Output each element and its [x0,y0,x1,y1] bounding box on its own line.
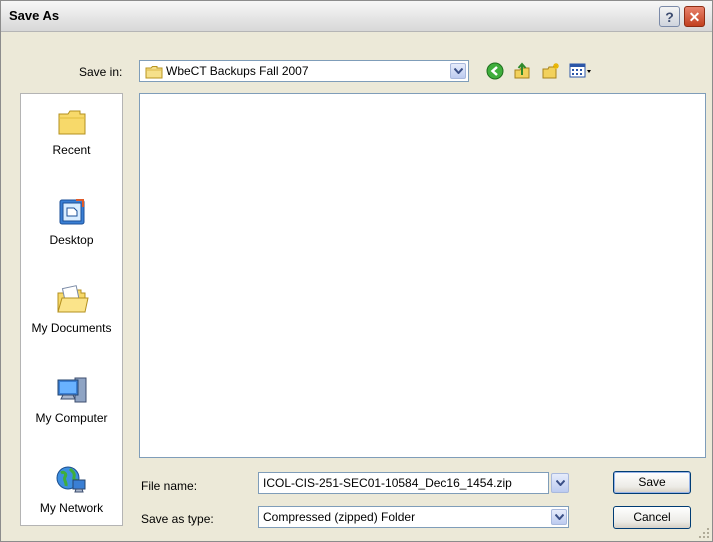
desktop-icon [59,199,84,225]
save-as-type-dropdown[interactable]: Compressed (zipped) Folder [258,506,569,528]
file-name-label: File name: [141,479,198,493]
save-as-dialog: Save As ? ✕ Save in: WbeCT Backups Fall … [0,0,713,542]
place-my-computer-label: My Computer [35,411,108,425]
save-in-dropdown-arrow[interactable] [450,63,466,79]
views-menu-icon[interactable] [569,62,593,80]
place-my-network[interactable]: My Network [21,464,122,515]
place-desktop-label: Desktop [49,233,94,247]
place-my-computer[interactable]: My Computer [21,374,122,425]
save-as-type-label: Save as type: [141,512,214,526]
up-folder-icon[interactable] [513,62,531,80]
title-bar[interactable]: Save As ? ✕ [1,1,712,32]
chevron-down-icon [555,514,564,520]
places-bar: Recent Desktop My Documents My Computer … [20,93,123,526]
place-my-network-label: My Network [39,501,104,515]
recent-folder-icon [58,110,85,135]
my-computer-icon [57,377,86,403]
my-network-icon [56,466,85,493]
help-button[interactable]: ? [659,6,680,27]
cancel-button[interactable]: Cancel [613,506,691,529]
resize-grip-icon[interactable] [698,527,710,539]
file-list[interactable] [139,93,706,458]
file-name-dropdown-arrow[interactable] [551,473,569,493]
save-in-dropdown[interactable]: WbeCT Backups Fall 2007 [139,60,469,82]
folder-icon [145,66,163,79]
chevron-down-icon [454,68,463,74]
chevron-down-icon [556,480,565,486]
place-my-documents[interactable]: My Documents [21,284,122,335]
window-title: Save As [9,8,60,23]
my-documents-icon [56,285,89,313]
file-name-input[interactable]: ICOL-CIS-251-SEC01-10584_Dec16_1454.zip [258,472,549,494]
new-folder-icon[interactable] [542,62,560,80]
save-as-type-dropdown-arrow[interactable] [551,509,567,525]
save-button[interactable]: Save [613,471,691,494]
place-recent-label: Recent [52,143,91,157]
back-icon[interactable] [486,62,504,80]
save-in-label: Save in: [79,65,123,79]
save-as-type-value: Compressed (zipped) Folder [263,510,416,524]
place-recent[interactable]: Recent [21,106,122,157]
place-my-documents-label: My Documents [31,321,112,335]
close-button[interactable]: ✕ [684,6,705,27]
save-in-value: WbeCT Backups Fall 2007 [166,64,309,78]
place-desktop[interactable]: Desktop [21,196,122,247]
